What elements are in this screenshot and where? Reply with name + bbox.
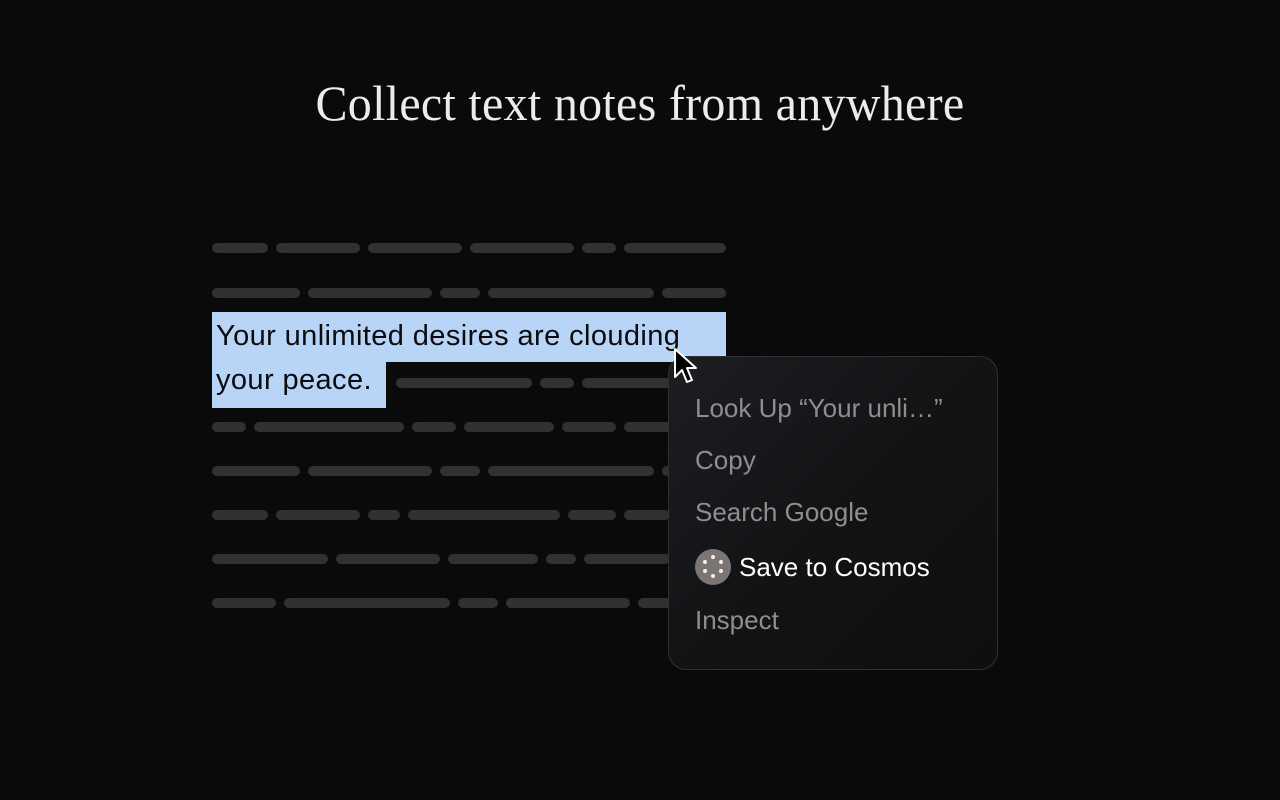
placeholder-word <box>368 243 462 253</box>
placeholder-word <box>212 554 328 564</box>
placeholder-word <box>368 510 400 520</box>
placeholder-word <box>448 554 538 564</box>
placeholder-word <box>582 243 616 253</box>
placeholder-word <box>212 598 276 608</box>
placeholder-word <box>212 466 300 476</box>
placeholder-word <box>212 288 300 298</box>
placeholder-word <box>254 422 404 432</box>
placeholder-line <box>212 422 674 432</box>
placeholder-line <box>212 466 692 476</box>
placeholder-word <box>470 243 574 253</box>
menu-item-copy[interactable]: Copy <box>695 445 756 476</box>
placeholder-word <box>308 466 432 476</box>
placeholder-word <box>284 598 450 608</box>
placeholder-line <box>212 288 726 298</box>
placeholder-word <box>582 378 672 388</box>
placeholder-word <box>412 422 456 432</box>
placeholder-word <box>308 288 432 298</box>
page-headline: Collect text notes from anywhere <box>315 75 965 131</box>
placeholder-word <box>488 466 654 476</box>
placeholder-line <box>212 510 670 520</box>
placeholder-word <box>506 598 630 608</box>
placeholder-word <box>562 422 616 432</box>
placeholder-word <box>540 378 574 388</box>
cosmos-dots-icon <box>695 549 731 585</box>
placeholder-line <box>212 554 670 564</box>
placeholder-word <box>624 510 670 520</box>
placeholder-word <box>440 466 480 476</box>
placeholder-word <box>396 378 532 388</box>
placeholder-word <box>624 243 726 253</box>
placeholder-line <box>212 598 678 608</box>
placeholder-word <box>464 422 554 432</box>
placeholder-word <box>458 598 498 608</box>
menu-item-label: Search Google <box>695 497 869 527</box>
menu-item-label: Copy <box>695 445 756 475</box>
mouse-pointer-icon <box>674 348 697 383</box>
menu-item-label: Look Up “Your unli…” <box>695 393 943 423</box>
menu-item-search-google[interactable]: Search Google <box>695 497 868 528</box>
placeholder-word <box>212 243 268 253</box>
placeholder-line <box>396 378 672 388</box>
menu-item-label: Inspect <box>695 605 779 635</box>
selected-text-line-2[interactable]: your peace. <box>216 364 372 397</box>
placeholder-line <box>212 243 726 253</box>
placeholder-word <box>212 422 246 432</box>
placeholder-word <box>624 422 674 432</box>
placeholder-word <box>662 288 726 298</box>
context-menu: Look Up “Your unli…” Copy Search Google … <box>668 356 998 670</box>
menu-item-save-to-cosmos[interactable]: Save to Cosmos <box>695 549 930 585</box>
menu-item-inspect[interactable]: Inspect <box>695 605 779 636</box>
placeholder-word <box>336 554 440 564</box>
placeholder-word <box>568 510 616 520</box>
placeholder-word <box>276 243 360 253</box>
placeholder-word <box>546 554 576 564</box>
placeholder-word <box>488 288 654 298</box>
menu-item-look-up[interactable]: Look Up “Your unli…” <box>695 393 943 424</box>
placeholder-word <box>212 510 268 520</box>
placeholder-word <box>584 554 670 564</box>
selected-text-line-1[interactable]: Your unlimited desires are clouding <box>216 320 680 353</box>
placeholder-word <box>276 510 360 520</box>
placeholder-word <box>440 288 480 298</box>
placeholder-word <box>408 510 560 520</box>
menu-item-label: Save to Cosmos <box>739 551 930 582</box>
